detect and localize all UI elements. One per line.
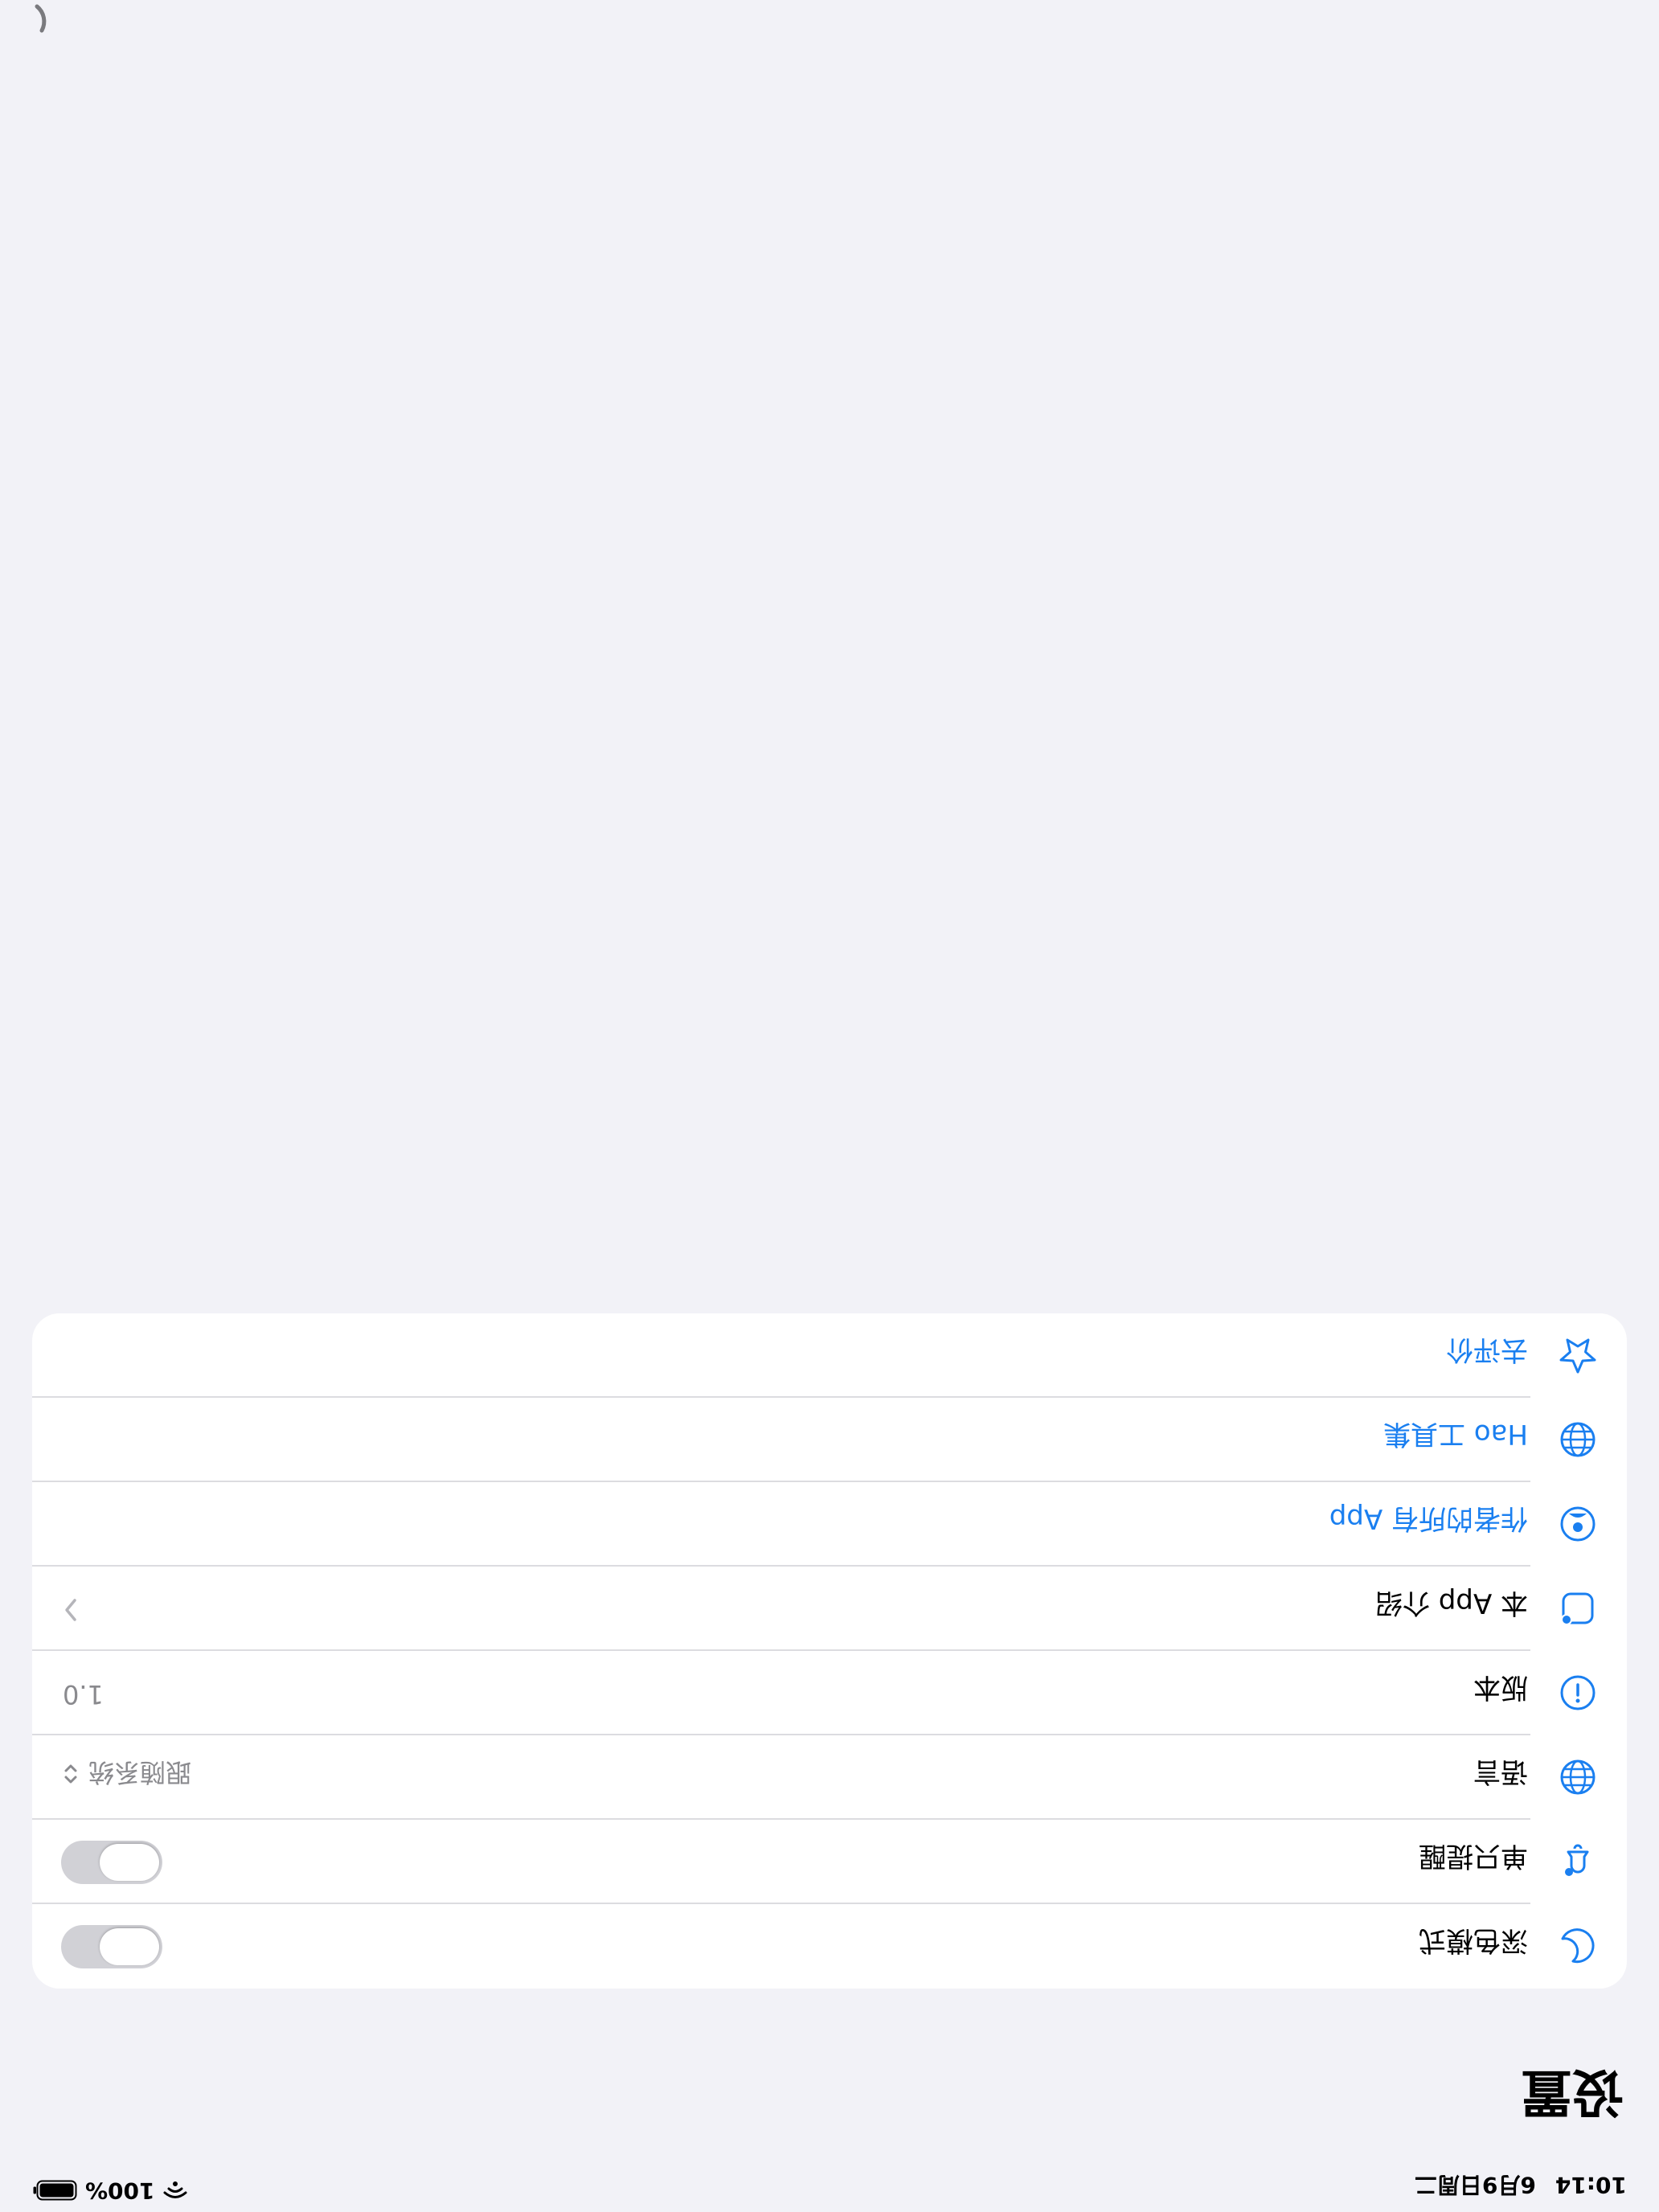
alert-sound-label: 单只提醒 [1419,1840,1528,1872]
language-value: 跟随系统 [88,1757,192,1788]
person-icon [1558,1504,1598,1544]
wifi-icon [163,2181,187,2199]
status-date: 6月9日周二 [1414,2172,1536,2198]
star-icon [1558,1335,1598,1375]
moon-icon [1558,1926,1598,1966]
language-picker[interactable]: 跟随系统 [63,1755,191,1792]
battery-icon [33,2181,77,2201]
screen-rotated: 10:14 6月9日周二 100% 设置 深色模式 单只提醒 语言 跟随系统 版本… [0,0,1659,2212]
dark-mode-toggle[interactable] [61,1925,162,1968]
chevron-up-down-icon [64,1764,77,1784]
row-alert-sound: 单只提醒 [32,1820,1627,1904]
about-app-disclosure [63,1596,79,1624]
globe-icon [1558,1419,1598,1460]
globe-icon [1558,1757,1598,1797]
status-bar: 10:14 6月9日周二 100% [0,2164,1659,2212]
info-icon [1558,1673,1598,1713]
dark-mode-label: 深色模式 [1419,1924,1528,1956]
row-author-apps[interactable]: 作者的所有 App [32,1482,1627,1567]
author-apps-label: 作者的所有 App [1329,1502,1528,1534]
alert-sound-toggle[interactable] [61,1841,162,1884]
language-label: 语言 [1473,1755,1528,1788]
loading-spinner-icon [35,4,47,33]
version-value: 1.0 [63,1679,104,1710]
app-intro-icon [1558,1588,1598,1628]
page-title: 设置 [1521,2062,1624,2121]
battery-percent: 100% [85,2177,155,2204]
status-time: 10:14 [1555,2172,1627,2198]
toggle-knob [100,1844,159,1881]
row-hao-tools[interactable]: Hao 工具集 [32,1398,1627,1482]
toggle-knob [100,1928,159,1965]
about-app-label: 本 App 介绍 [1374,1587,1528,1619]
rate-label: 去评价 [1446,1333,1528,1366]
row-version: 版本 1.0 [32,1651,1627,1735]
hao-tools-label: Hao 工具集 [1382,1418,1528,1450]
row-dark-mode: 深色模式 [32,1904,1627,1989]
status-time-group: 10:14 6月9日周二 [1395,2170,1627,2202]
settings-card: 深色模式 单只提醒 语言 跟随系统 版本 1.0 本 App 介绍 作者的所有 … [32,1313,1627,1989]
bell-icon [1558,1841,1598,1882]
version-label: 版本 [1473,1671,1528,1703]
row-rate[interactable]: 去评价 [32,1313,1627,1398]
chevron-right-icon [65,1599,76,1621]
row-about-app[interactable]: 本 App 介绍 [32,1567,1627,1651]
row-language[interactable]: 语言 跟随系统 [32,1735,1627,1820]
status-indicators: 100% [32,2177,187,2204]
